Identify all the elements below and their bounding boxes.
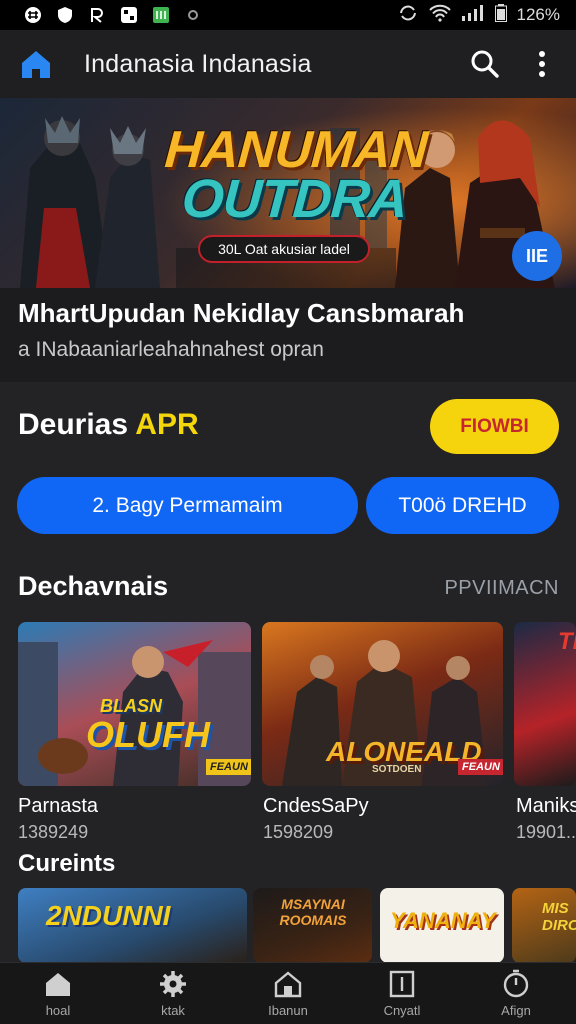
game-tile[interactable]: YANANAY bbox=[380, 888, 504, 963]
game-card[interactable]: TI bbox=[514, 622, 576, 786]
shield-icon bbox=[56, 6, 74, 24]
sync-icon bbox=[397, 4, 419, 27]
battery-percent: 126% bbox=[516, 5, 560, 24]
nav-label: Cnyatl bbox=[383, 1003, 421, 1018]
section1-see-all-link[interactable]: PPVIIMACN bbox=[444, 577, 559, 600]
card-logo-main: OLUFH bbox=[86, 714, 210, 755]
gear-icon bbox=[160, 971, 186, 997]
nav-house[interactable]: Ibanun bbox=[248, 969, 328, 1023]
section2-title: Cureints bbox=[18, 850, 116, 877]
house-icon bbox=[274, 971, 302, 998]
card-title[interactable]: CndesSaPy bbox=[263, 795, 369, 818]
wifi-icon bbox=[428, 4, 451, 27]
signal-icon bbox=[461, 4, 485, 27]
game-card[interactable]: BLASN OLUFH FEAUN bbox=[18, 622, 251, 786]
deals-yellow-button[interactable]: FIOWBI bbox=[430, 399, 559, 454]
game-tile[interactable]: MIS DIRO bbox=[512, 888, 576, 963]
primary-action-button[interactable]: 2. Bagy Permamaim bbox=[17, 477, 358, 534]
gallery-app-icon bbox=[152, 6, 170, 24]
deals-title-text: Deurias bbox=[18, 408, 129, 441]
nav-home[interactable]: hoal bbox=[18, 969, 98, 1023]
status-bar: 126% bbox=[0, 0, 576, 30]
game-card[interactable]: ALONEALD SOTDOEN FEAUN bbox=[262, 622, 503, 786]
featured-subtitle: a INabaaniarleahahnahest opran bbox=[18, 338, 324, 361]
tile-logo: MSAYNAI ROOMAIS bbox=[279, 896, 347, 928]
card-count: 1389249 bbox=[18, 822, 89, 842]
game-tile[interactable]: MSAYNAI ROOMAIS bbox=[253, 888, 372, 963]
app-bar: Indanasia Indanasia bbox=[0, 30, 576, 98]
nav-label: hoal bbox=[45, 1003, 71, 1018]
bottom-navigation: hoal ktak Ibanun Cnyatl Afign bbox=[0, 962, 576, 1024]
card-title[interactable]: Parnasta bbox=[18, 795, 98, 818]
home-icon bbox=[46, 973, 70, 996]
nav-label: Ibanun bbox=[268, 1003, 308, 1018]
grid-app-icon bbox=[120, 6, 138, 24]
card-logo-main: TI bbox=[558, 628, 576, 655]
nav-timer[interactable]: Afign bbox=[476, 969, 556, 1023]
card-badge: FEAUN bbox=[206, 759, 251, 775]
deals-title-accent: APR bbox=[135, 408, 199, 441]
timer-icon bbox=[503, 969, 529, 998]
game-tile[interactable]: 2NDUNNI bbox=[18, 888, 247, 963]
app-title: Indanasia Indanasia bbox=[84, 50, 312, 78]
secondary-action-button[interactable]: T00ö DREHD bbox=[366, 477, 559, 534]
r-app-icon bbox=[88, 6, 106, 24]
tile-logo: YANANAY bbox=[390, 908, 496, 933]
tile-logo: 2NDUNNI bbox=[46, 900, 171, 931]
nav-panel[interactable]: Cnyatl bbox=[362, 969, 442, 1023]
hero-banner[interactable]: HANUMAN OUTDRA 30L Oat akusiar ladel IIE bbox=[0, 98, 576, 288]
nav-settings[interactable]: ktak bbox=[133, 969, 213, 1023]
card-logo-sub: SOTDOEN bbox=[372, 764, 422, 775]
hero-play-button[interactable]: IIE bbox=[512, 231, 562, 281]
hero-title-line2: OUTDRA bbox=[179, 169, 410, 229]
card-title[interactable]: Maniks bbox=[516, 795, 576, 818]
home-icon[interactable] bbox=[18, 46, 54, 82]
featured-info[interactable]: MhartUpudan Nekidlay Cansbmarah a INabaa… bbox=[0, 288, 576, 382]
panel-icon bbox=[389, 970, 415, 998]
more-options-icon[interactable] bbox=[528, 47, 556, 81]
card-count: 19901... bbox=[516, 822, 576, 842]
card-badge: FEAUN bbox=[458, 759, 503, 775]
nav-label: ktak bbox=[161, 1003, 185, 1018]
dot-icon bbox=[184, 6, 202, 24]
featured-title: MhartUpudan Nekidlay Cansbmarah bbox=[18, 298, 465, 328]
tile-logo: MIS DIRO bbox=[542, 900, 576, 934]
nav-label: Afign bbox=[501, 1003, 531, 1018]
section1-title: Dechavnais bbox=[18, 571, 169, 601]
deals-title: Deurias APR bbox=[18, 408, 199, 442]
hero-tagline-pill: 30L Oat akusiar ladel bbox=[198, 235, 370, 263]
hashtag-icon bbox=[24, 6, 42, 24]
battery-icon bbox=[494, 3, 507, 27]
card-count: 1598209 bbox=[263, 822, 334, 842]
search-icon[interactable] bbox=[468, 47, 502, 81]
